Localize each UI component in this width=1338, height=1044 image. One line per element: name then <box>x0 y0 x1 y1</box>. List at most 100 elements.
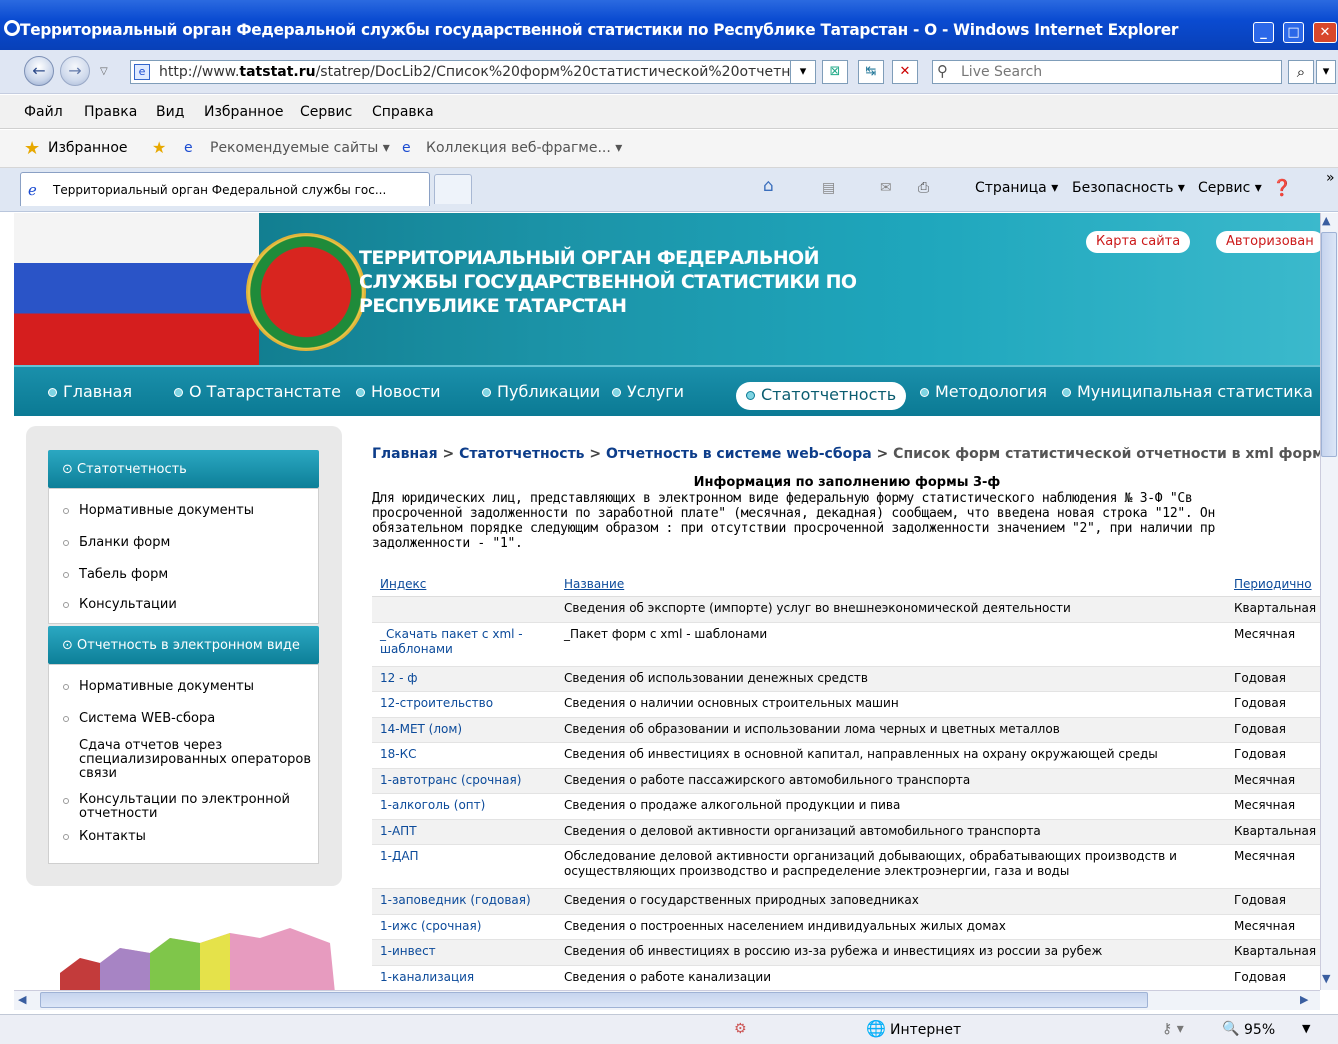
home-icon[interactable]: ⌂ <box>763 176 774 196</box>
page-menu[interactable]: Страница ▾ <box>975 180 1058 196</box>
add-favorite-icon[interactable]: ★ <box>152 138 166 157</box>
tab-ie-icon: ℯ <box>28 181 37 199</box>
scroll-left-icon[interactable]: ◀ <box>18 993 26 1006</box>
form-index-link[interactable]: 1-инвест <box>380 944 555 959</box>
search-input[interactable]: Live Search <box>932 60 1282 84</box>
scroll-right-icon[interactable]: ▶ <box>1300 993 1308 1006</box>
nav-publications[interactable]: Публикации <box>482 382 600 401</box>
sidebar-item-consult[interactable]: Консультации <box>63 597 177 613</box>
window-title-bar: Территориальный орган Федеральной службы… <box>0 0 1338 50</box>
suggested-sites-link[interactable]: Рекомендуемые сайты ▾ <box>210 140 390 156</box>
menu-tools[interactable]: Сервис <box>300 104 352 120</box>
table-row: 18-КС Сведения об инвестициях в основной … <box>372 743 1320 769</box>
zoom-level[interactable]: 95% <box>1244 1022 1275 1038</box>
col-index-header[interactable]: Индекс <box>380 577 426 591</box>
new-tab-button[interactable] <box>434 174 472 204</box>
crumb-statreporting[interactable]: Статотчетность <box>459 446 584 462</box>
sidebar-item-normative-2[interactable]: Нормативные документы <box>63 679 313 695</box>
favorites-button[interactable]: Избранное <box>48 140 128 156</box>
feeds-icon[interactable]: ▤ <box>822 180 835 196</box>
sidebar-head-electronic[interactable]: ⊙ Отчетность в электронном виде <box>48 626 319 664</box>
sidebar-item-websbor[interactable]: Система WEB-сбора <box>63 711 313 727</box>
status-bar: ⚙ 🌐 Интернет ⚷ ▾ 🔍 95% ▼ <box>0 1014 1338 1044</box>
form-index-link[interactable]: 1-АПТ <box>380 824 555 839</box>
login-link[interactable]: Авторизован <box>1216 231 1320 253</box>
form-period: Квартальная <box>1234 601 1317 615</box>
forward-button[interactable]: → <box>60 56 90 86</box>
form-name: Сведения об использовании денежных средс… <box>564 670 868 685</box>
crumb-home[interactable]: Главная <box>372 446 438 462</box>
form-index-link[interactable]: 1-алкоголь (опт) <box>380 798 555 813</box>
tab-label: Территориальный орган Федеральной службы… <box>53 183 387 197</box>
nav-statreporting[interactable]: Статотчетность <box>736 382 907 410</box>
web-slice-gallery-link[interactable]: Коллекция веб-фрагме... ▾ <box>426 140 622 156</box>
form-index-link[interactable]: 1-канализация <box>380 970 555 985</box>
nav-news[interactable]: Новости <box>356 382 441 401</box>
search-go-button[interactable]: ⌕ <box>1288 60 1314 84</box>
form-index-link[interactable]: 1-автотранс (срочная) <box>380 773 555 788</box>
form-index-link[interactable]: 12 - ф <box>380 671 555 686</box>
maximize-button[interactable]: □ <box>1283 22 1304 43</box>
form-index-link[interactable]: 1-ижс (срочная) <box>380 919 555 934</box>
scroll-up-icon[interactable]: ▲ <box>1322 214 1330 227</box>
menu-help[interactable]: Справка <box>372 104 434 120</box>
sidebar-item-blanks[interactable]: Бланки форм <box>63 535 170 551</box>
tools-menu[interactable]: Сервис ▾ <box>1198 180 1262 196</box>
protected-mode-icon[interactable]: ⚷ ▾ <box>1162 1021 1184 1037</box>
nav-about[interactable]: О Татарстанстате <box>174 382 341 401</box>
window-title: Территориальный орган Федеральной службы… <box>20 20 1179 39</box>
menu-edit[interactable]: Правка <box>84 104 137 120</box>
sitemap-link[interactable]: Карта сайта <box>1086 231 1191 253</box>
form-name: Сведения о работе канализации <box>564 969 772 984</box>
crumb-websbor[interactable]: Отчетность в системе web-сбора <box>606 446 872 462</box>
popup-blocker-icon[interactable]: ⚙ <box>734 1021 747 1037</box>
form-index-link[interactable]: 14-МЕТ (лом) <box>380 722 555 737</box>
form-index-link[interactable]: 1-заповедник (годовая) <box>380 893 555 908</box>
form-index-link[interactable]: 1-ДАП <box>380 849 555 864</box>
back-button[interactable]: ← <box>24 56 54 86</box>
col-period-header[interactable]: Периодично <box>1234 577 1312 591</box>
history-dropdown-icon[interactable]: ▽ <box>100 66 108 77</box>
nav-home[interactable]: Главная <box>48 382 132 401</box>
sidebar-head-statreporting[interactable]: ⊙ Статотчетность <box>48 450 319 488</box>
safety-menu[interactable]: Безопасность ▾ <box>1072 180 1185 196</box>
help-icon[interactable]: ❓ <box>1272 178 1292 197</box>
sidebar-item-tabel[interactable]: Табель форм <box>63 567 168 583</box>
stop-icon[interactable]: ✕ <box>892 60 918 84</box>
compat-view-icon[interactable]: ⊠ <box>822 60 848 84</box>
form-period: Месячная <box>1234 798 1296 812</box>
vertical-scroll-thumb[interactable] <box>1321 232 1337 457</box>
sidebar-item-operators[interactable]: Сдача отчетов через специализированных о… <box>63 739 313 781</box>
minimize-button[interactable]: _ <box>1253 22 1274 43</box>
address-input[interactable]: http://www.tatstat.ru/statrep/DocLib2/Сп… <box>130 60 815 84</box>
zoom-dropdown-icon[interactable]: ▼ <box>1302 1022 1310 1035</box>
scroll-down-icon[interactable]: ▼ <box>1322 972 1330 985</box>
sidebar-item-normative[interactable]: Нормативные документы <box>63 503 254 519</box>
form-period: Годовая <box>1234 893 1286 907</box>
horizontal-scroll-thumb[interactable] <box>40 992 1148 1008</box>
menu-favorites[interactable]: Избранное <box>204 104 284 120</box>
print-icon[interactable]: ⎙ <box>918 180 929 196</box>
sidebar-item-contacts[interactable]: Контакты <box>63 829 313 845</box>
form-index-link[interactable]: 18-КС <box>380 747 555 762</box>
nav-municipal[interactable]: Муниципальная статистика <box>1062 382 1313 401</box>
more-commands-button[interactable]: » <box>1326 170 1335 186</box>
form-name: Обследование деловой активности организа… <box>564 849 1177 878</box>
form-index-link[interactable]: 12-строительство <box>380 696 555 711</box>
form-index-link[interactable]: _Скачать пакет с xml - шаблонами <box>380 627 555 657</box>
nav-methodology[interactable]: Методология <box>920 382 1047 401</box>
menu-view[interactable]: Вид <box>156 104 184 120</box>
search-options-button[interactable]: ▾ <box>1316 60 1336 84</box>
nav-services[interactable]: Услуги <box>612 382 684 401</box>
refresh-icon[interactable]: ↹ <box>858 60 884 84</box>
sidebar-item-e-consult[interactable]: Консультации по электронной отчетности <box>63 793 313 821</box>
info-text: Для юридических лиц, представляющих в эл… <box>372 491 1215 551</box>
form-name: Сведения о построенных населением индиви… <box>564 918 1006 933</box>
form-period: Квартальная <box>1234 944 1317 958</box>
col-name-header[interactable]: Название <box>564 577 624 591</box>
close-button[interactable]: ✕ <box>1313 22 1337 43</box>
tab-active[interactable]: Территориальный орган Федеральной службы… <box>20 172 430 206</box>
mail-icon[interactable]: ✉ <box>880 180 892 196</box>
menu-file[interactable]: Файл <box>24 104 63 120</box>
address-dropdown-button[interactable]: ▾ <box>790 60 816 84</box>
